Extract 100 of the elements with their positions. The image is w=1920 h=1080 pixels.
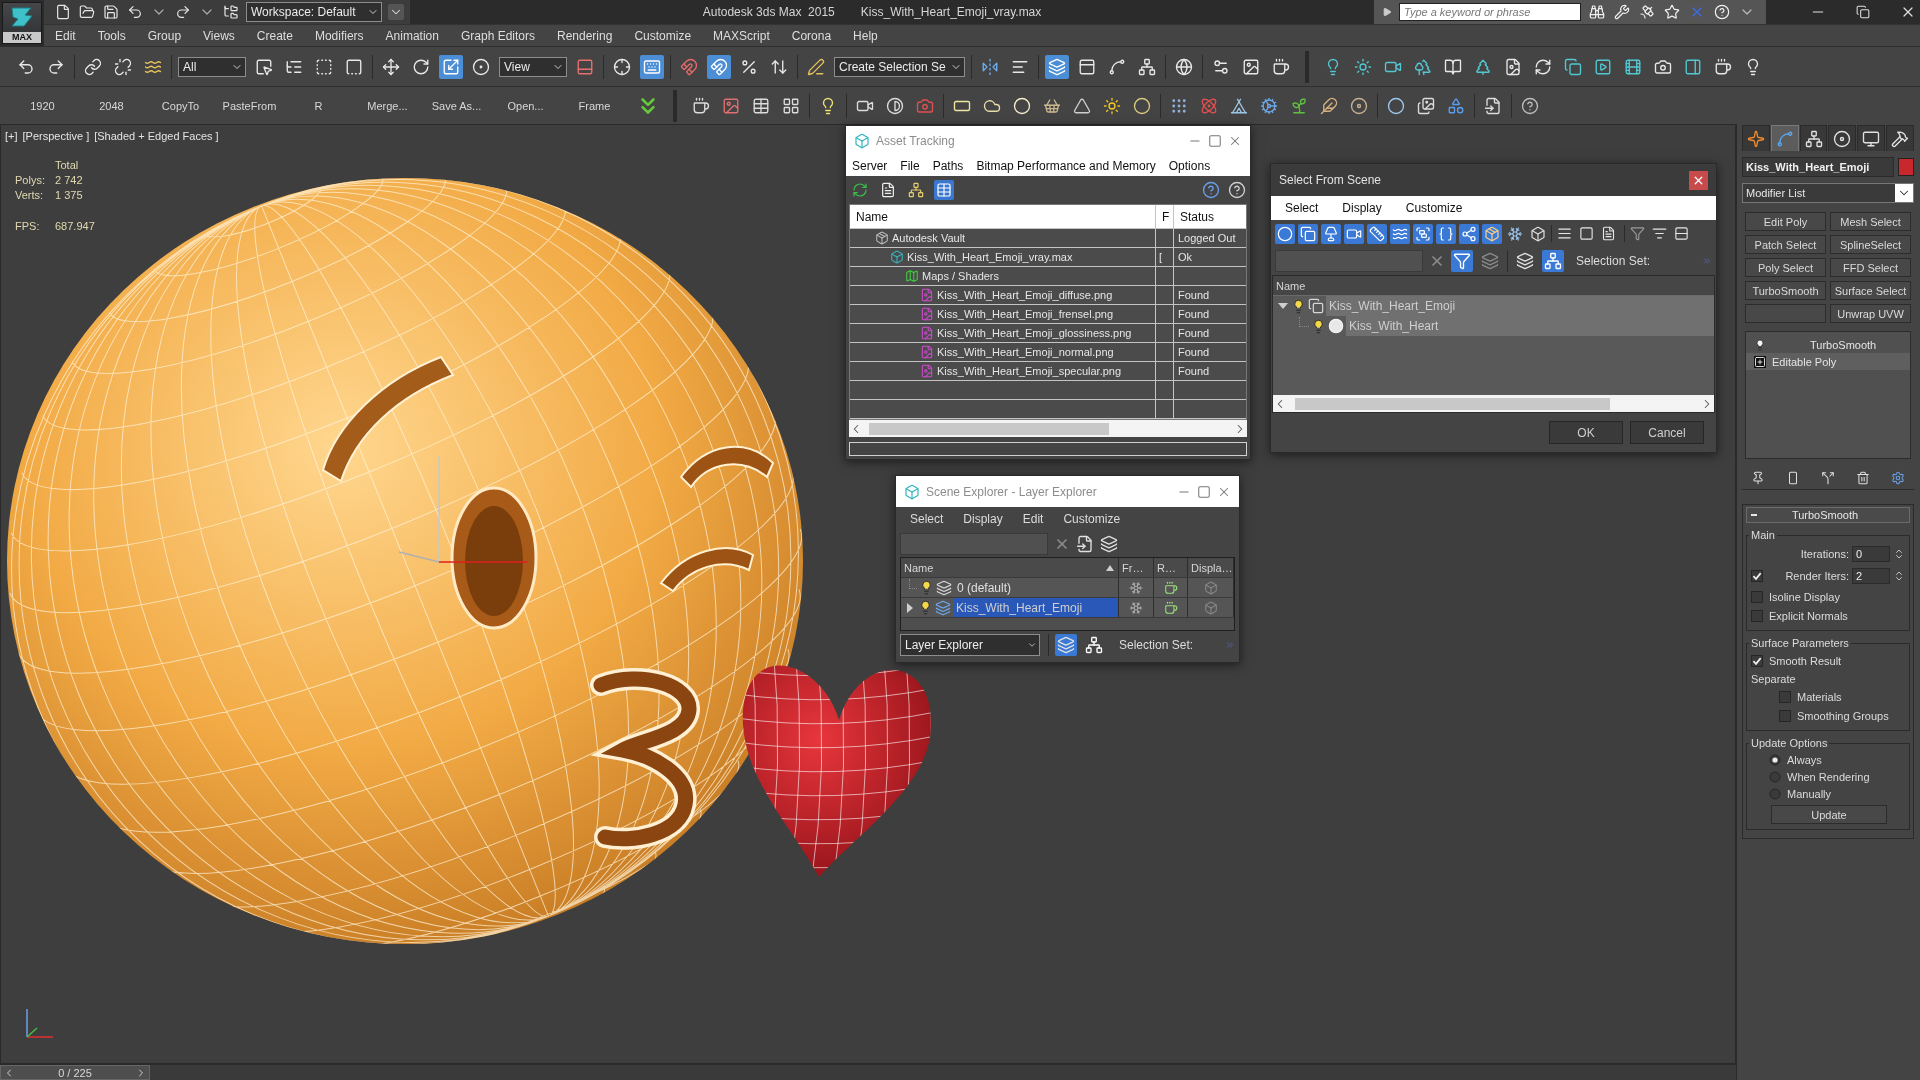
dropdown[interactable]: View bbox=[499, 56, 567, 77]
square-icon[interactable] bbox=[1578, 225, 1595, 242]
menu-item[interactable]: Bitmap Performance and Memory bbox=[976, 159, 1156, 173]
snowflake-icon[interactable] bbox=[1129, 580, 1143, 595]
menu-item[interactable]: MAXScript bbox=[702, 28, 781, 43]
menu-item[interactable]: Display bbox=[1342, 201, 1382, 215]
caret-icon[interactable] bbox=[388, 4, 404, 20]
wrench-icon[interactable] bbox=[1613, 3, 1631, 21]
panel-tab[interactable] bbox=[1857, 125, 1886, 151]
search-field[interactable]: Type a keyword or phrase bbox=[1399, 3, 1581, 21]
checkbox[interactable] bbox=[1779, 690, 1791, 703]
workspace-dropdown[interactable]: Workspace: Default bbox=[246, 2, 382, 22]
menu-item[interactable]: Graph Editors bbox=[449, 28, 546, 43]
scrollbar-thumb[interactable] bbox=[869, 422, 1109, 435]
radio-button[interactable] bbox=[1769, 787, 1781, 800]
rows-icon[interactable] bbox=[1673, 225, 1690, 242]
object-name-field[interactable]: Kiss_With_Heart_Emoji bbox=[1742, 157, 1894, 177]
spinner-arrows-icon[interactable] bbox=[1893, 548, 1905, 560]
help-icon[interactable] bbox=[1228, 181, 1246, 199]
radio-button[interactable] bbox=[1769, 753, 1781, 766]
hierarchy-icon[interactable] bbox=[1083, 634, 1105, 656]
stack-item[interactable]: Editable Poly bbox=[1746, 353, 1910, 370]
file-arrow-icon[interactable] bbox=[1076, 535, 1094, 553]
trash-icon[interactable] bbox=[1855, 470, 1871, 486]
menu-item[interactable]: Customize bbox=[623, 28, 703, 43]
panel-tab[interactable] bbox=[1742, 125, 1770, 151]
sort-arrow-icon[interactable] bbox=[1106, 564, 1114, 571]
new-file-icon[interactable] bbox=[54, 3, 72, 21]
menu-item[interactable]: Views bbox=[192, 28, 246, 43]
save-icon[interactable] bbox=[102, 3, 120, 21]
play-icon[interactable] bbox=[1382, 7, 1392, 17]
lightbulb-icon[interactable] bbox=[1311, 318, 1326, 334]
rollout-header[interactable]: TurboSmooth bbox=[1746, 507, 1910, 523]
layers-icon[interactable] bbox=[1514, 250, 1536, 272]
redo-icon[interactable] bbox=[174, 3, 192, 21]
column-header[interactable]: Name bbox=[856, 209, 888, 224]
file-name[interactable]: Kiss_With_Heart_Emoji_specular.png bbox=[937, 365, 1122, 377]
clear-icon[interactable] bbox=[1429, 253, 1445, 269]
update-button[interactable]: Update bbox=[1771, 805, 1887, 824]
modifier-button[interactable]: Mesh Select bbox=[1830, 212, 1911, 231]
menu-item[interactable]: Display bbox=[963, 512, 1003, 526]
help-icon[interactable] bbox=[1202, 181, 1220, 199]
modifier-list-dropdown[interactable]: Modifier List bbox=[1742, 183, 1914, 203]
spinner-field[interactable]: 0 bbox=[1852, 546, 1890, 562]
modifier-button[interactable]: Surface Select bbox=[1830, 281, 1911, 300]
menu-item[interactable]: Server bbox=[852, 159, 888, 173]
caret-icon[interactable] bbox=[1027, 640, 1037, 650]
keyboard-icon[interactable] bbox=[640, 54, 664, 79]
lightbulb-icon[interactable] bbox=[918, 600, 933, 615]
lines-icon[interactable] bbox=[1556, 225, 1573, 242]
refresh-icon[interactable] bbox=[850, 180, 870, 200]
script-button[interactable]: Merge... bbox=[353, 99, 422, 112]
column-header[interactable]: F bbox=[1162, 209, 1170, 224]
layers-icon[interactable] bbox=[1044, 54, 1069, 79]
filter-list-icon[interactable] bbox=[1651, 225, 1668, 242]
lightbulb-icon[interactable] bbox=[1754, 338, 1766, 351]
squares-icon[interactable] bbox=[1308, 298, 1324, 314]
script-button[interactable]: R bbox=[284, 99, 353, 112]
viewport-label[interactable]: [Perspective ] bbox=[22, 130, 90, 142]
magnet-icon[interactable] bbox=[707, 54, 731, 79]
script-button[interactable]: Frame bbox=[560, 99, 629, 112]
dialog-button[interactable]: Cancel bbox=[1630, 421, 1704, 444]
modifier-button[interactable]: Unwrap UVW bbox=[1830, 304, 1911, 323]
expand-icon[interactable] bbox=[1754, 355, 1766, 368]
modifier-button[interactable]: SplineSelect bbox=[1830, 235, 1911, 254]
menu-item[interactable]: Corona bbox=[780, 28, 843, 43]
satellite-icon[interactable] bbox=[1638, 3, 1656, 21]
script-button[interactable]: 1920 bbox=[8, 99, 77, 112]
snowflake-icon[interactable] bbox=[1129, 600, 1143, 615]
input-field[interactable] bbox=[849, 442, 1247, 456]
menu-item[interactable]: Tools bbox=[86, 28, 137, 43]
filter-icon[interactable] bbox=[1451, 250, 1473, 272]
menu-item[interactable]: Select bbox=[910, 512, 944, 526]
lightbulb-icon[interactable] bbox=[919, 580, 934, 595]
script-button[interactable]: Save As... bbox=[422, 99, 491, 112]
lamp-icon[interactable] bbox=[1321, 223, 1341, 244]
spinner-arrows-icon[interactable] bbox=[1893, 570, 1905, 582]
file-name[interactable]: Kiss_With_Heart_Emoji_vray.max bbox=[907, 251, 1073, 263]
modifier-button[interactable]: Poly Select bbox=[1745, 258, 1826, 277]
pin-icon[interactable] bbox=[1750, 470, 1766, 486]
caret-icon[interactable] bbox=[1895, 184, 1913, 202]
app-menu-button[interactable]: MAX bbox=[2, 2, 42, 44]
script-button[interactable]: Open... bbox=[491, 99, 560, 112]
file-name[interactable]: Kiss_With_Heart_Emoji_glossiness.png bbox=[937, 327, 1132, 339]
sphere-icon[interactable] bbox=[1328, 318, 1344, 334]
tree-item[interactable]: Kiss_With_Heart_Emoji bbox=[953, 598, 1118, 617]
menu-item[interactable]: Paths bbox=[932, 159, 964, 173]
time-slider-track[interactable]: 0 / 225 bbox=[0, 1064, 1736, 1080]
checkbox[interactable] bbox=[1751, 590, 1763, 603]
time-slider-thumb[interactable]: 0 / 225 bbox=[0, 1065, 150, 1080]
menu-item[interactable]: File bbox=[900, 159, 920, 173]
dropdown[interactable]: All bbox=[178, 56, 246, 77]
checkbox[interactable] bbox=[1779, 709, 1791, 722]
tree-view-icon[interactable] bbox=[906, 180, 926, 200]
document-icon[interactable] bbox=[1600, 225, 1617, 242]
checkbox[interactable] bbox=[1751, 570, 1763, 582]
cup-icon[interactable] bbox=[1163, 600, 1178, 615]
folder-icon[interactable] bbox=[78, 3, 96, 21]
layers-icon[interactable] bbox=[1100, 535, 1118, 553]
restore-icon[interactable] bbox=[1856, 5, 1870, 19]
